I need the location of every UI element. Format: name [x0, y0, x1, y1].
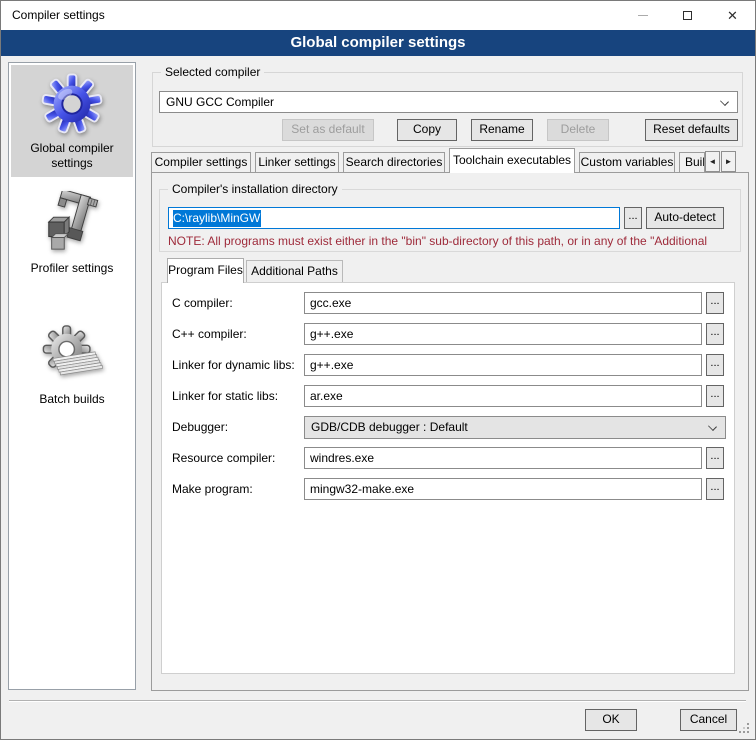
sidebar-item-profiler-settings[interactable]: Profiler settings [11, 183, 133, 282]
tab-scroll-left-button[interactable]: ◄ [705, 151, 720, 172]
sidebar: Global compiler settings [8, 62, 136, 690]
auto-detect-button[interactable]: Auto-detect [646, 207, 724, 229]
tab-compiler-settings[interactable]: Compiler settings [151, 152, 251, 172]
installation-directory-legend: Compiler's installation directory [168, 182, 342, 196]
resource-compiler-label: Resource compiler: [172, 447, 275, 469]
maximize-icon [683, 11, 692, 20]
cancel-button[interactable]: Cancel [680, 709, 737, 731]
compiler-combobox[interactable]: GNU GCC Compiler [159, 91, 738, 113]
make-program-browse-button[interactable]: ... [706, 478, 724, 500]
rename-button[interactable]: Rename [471, 119, 533, 141]
linker-dynamic-input[interactable] [304, 354, 702, 376]
sidebar-item-label: Profiler settings [11, 261, 133, 276]
note-text: NOTE: All programs must exist either in … [168, 234, 736, 248]
titlebar: Compiler settings ✕ [1, 1, 755, 30]
compiler-combobox-value: GNU GCC Compiler [166, 95, 274, 109]
set-as-default-button: Set as default [282, 119, 374, 141]
page-title: Global compiler settings [290, 34, 465, 51]
installation-directory-groupbox: Compiler's installation directory C:\ray… [159, 189, 741, 252]
reset-defaults-button[interactable]: Reset defaults [645, 119, 738, 141]
sidebar-item-batch-builds[interactable]: Batch builds [11, 316, 133, 413]
c-compiler-browse-button[interactable]: ... [706, 292, 724, 314]
delete-button: Delete [547, 119, 609, 141]
footer-divider [9, 700, 746, 702]
left-arrow-icon: ◄ [709, 157, 717, 166]
cpp-compiler-browse-button[interactable]: ... [706, 323, 724, 345]
installation-directory-input[interactable]: C:\raylib\MinGW [168, 207, 620, 229]
sidebar-item-label: Batch builds [11, 392, 133, 407]
linker-static-browse-button[interactable]: ... [706, 385, 724, 407]
make-program-input[interactable] [304, 478, 702, 500]
gear-blue-icon [41, 73, 103, 135]
gear-stack-icon [41, 324, 103, 386]
resource-compiler-input[interactable] [304, 447, 702, 469]
c-compiler-label: C compiler: [172, 292, 233, 314]
subtab-additional-paths[interactable]: Additional Paths [246, 260, 343, 282]
close-button[interactable]: ✕ [710, 1, 755, 30]
chevron-down-icon [708, 422, 717, 431]
cpp-compiler-input[interactable] [304, 323, 702, 345]
header-banner: Global compiler settings [1, 30, 755, 56]
toolchain-executables-panel: Compiler's installation directory C:\ray… [151, 172, 749, 691]
selected-compiler-groupbox: Selected compiler GNU GCC Compiler Set a… [152, 72, 743, 147]
sidebar-item-global-compiler-settings[interactable]: Global compiler settings [11, 65, 133, 177]
selected-compiler-legend: Selected compiler [161, 65, 264, 79]
tab-custom-variables[interactable]: Custom variables [579, 152, 675, 172]
tab-scroll-right-button[interactable]: ► [721, 151, 736, 172]
minimize-button [620, 1, 665, 30]
c-compiler-input[interactable] [304, 292, 702, 314]
debugger-label: Debugger: [172, 416, 228, 438]
tab-linker-settings[interactable]: Linker settings [255, 152, 339, 172]
caption-buttons: ✕ [620, 1, 755, 30]
window-title: Compiler settings [12, 1, 105, 30]
debugger-combobox[interactable]: GDB/CDB debugger : Default [304, 416, 726, 439]
tab-toolchain-executables[interactable]: Toolchain executables [449, 148, 575, 173]
chevron-down-icon [720, 97, 729, 106]
cpp-compiler-label: C++ compiler: [172, 323, 247, 345]
copy-button[interactable]: Copy [397, 119, 457, 141]
subtab-program-files[interactable]: Program Files [167, 258, 244, 283]
resource-compiler-browse-button[interactable]: ... [706, 447, 724, 469]
linker-static-label: Linker for static libs: [172, 385, 278, 407]
linker-static-input[interactable] [304, 385, 702, 407]
installation-directory-selected-text: C:\raylib\MinGW [173, 210, 261, 227]
minimize-icon [638, 15, 648, 16]
right-arrow-icon: ► [725, 157, 733, 166]
linker-dynamic-browse-button[interactable]: ... [706, 354, 724, 376]
ok-button[interactable]: OK [585, 709, 637, 731]
close-icon: ✕ [727, 8, 738, 24]
sidebar-item-label: Global compiler settings [11, 141, 133, 171]
program-files-panel: C compiler: ... C++ compiler: ... Linker… [161, 282, 735, 674]
caliper-icon [41, 191, 103, 255]
compiler-settings-dialog: Compiler settings ✕ Global compiler sett… [0, 0, 756, 740]
maximize-button[interactable] [665, 1, 710, 30]
tab-search-directories[interactable]: Search directories [343, 152, 445, 172]
tab-build-options[interactable]: Build options [679, 152, 705, 172]
make-program-label: Make program: [172, 478, 253, 500]
resize-grip[interactable] [747, 731, 749, 733]
linker-dynamic-label: Linker for dynamic libs: [172, 354, 295, 376]
debugger-combobox-value: GDB/CDB debugger : Default [311, 420, 468, 434]
installation-directory-browse-button[interactable]: ... [624, 207, 642, 229]
